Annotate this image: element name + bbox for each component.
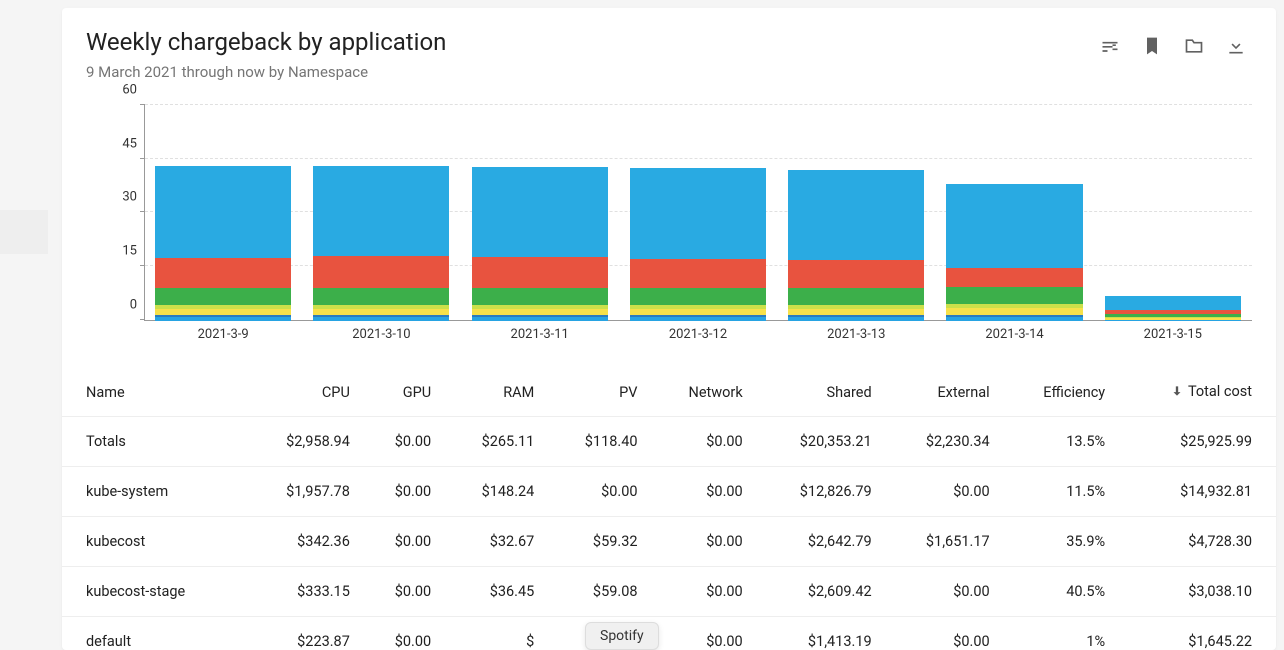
x-tick: 2021-3-15 [1094, 321, 1252, 345]
cell-network: $0.00 [650, 567, 755, 617]
download-icon[interactable] [1226, 36, 1246, 56]
y-tick: 0 [130, 297, 137, 312]
cell-ram: $36.45 [443, 567, 546, 617]
column-header[interactable]: Efficiency [1002, 369, 1118, 417]
chart-bar[interactable] [155, 166, 291, 321]
cell-cpu: $223.87 [244, 617, 362, 650]
column-header[interactable]: Shared [755, 369, 884, 417]
page-subtitle: 9 March 2021 through now by Namespace [86, 63, 1100, 81]
cell-pv: $59.32 [546, 517, 649, 567]
report-header: Weekly chargeback by application 9 March… [62, 8, 1276, 81]
table-row[interactable]: Totals$2,958.94$0.00$265.11$118.40$0.00$… [62, 417, 1276, 467]
cell-efficiency: 40.5% [1002, 567, 1118, 617]
header-actions [1100, 28, 1252, 56]
y-tick: 30 [122, 190, 137, 205]
cell-total: $4,728.30 [1117, 517, 1276, 567]
cell-external: $0.00 [884, 617, 1002, 650]
cell-total: $1,645.22 [1117, 617, 1276, 650]
table-row[interactable]: kube-system$1,957.78$0.00$148.24$0.00$0.… [62, 467, 1276, 517]
bookmark-icon[interactable] [1142, 36, 1162, 56]
column-header[interactable]: Network [650, 369, 755, 417]
cell-name: Totals [62, 417, 244, 467]
column-header[interactable]: PV [546, 369, 649, 417]
cost-chart: 015304560 2021-3-92021-3-102021-3-112021… [86, 105, 1252, 345]
column-header[interactable]: Total cost [1117, 369, 1276, 417]
column-header[interactable]: RAM [443, 369, 546, 417]
cell-network: $0.00 [650, 517, 755, 567]
cell-total: $3,038.10 [1117, 567, 1276, 617]
cell-external: $1,651.17 [884, 517, 1002, 567]
cell-name: kubecost [62, 517, 244, 567]
x-tick: 2021-3-11 [461, 321, 619, 345]
sidebar-active-indicator [0, 210, 48, 254]
cell-external: $0.00 [884, 467, 1002, 517]
report-card: Weekly chargeback by application 9 March… [62, 8, 1276, 650]
cell-efficiency: 35.9% [1002, 517, 1118, 567]
cell-shared: $1,413.19 [755, 617, 884, 650]
column-header[interactable]: Name [62, 369, 244, 417]
table-row[interactable]: default$223.87$0.00$$0.00$0.00$1,413.19$… [62, 617, 1276, 650]
y-tick: 15 [122, 244, 137, 259]
cell-gpu: $0.00 [362, 467, 443, 517]
cell-pv: $59.08 [546, 567, 649, 617]
chart-x-axis: 2021-3-92021-3-102021-3-112021-3-122021-… [144, 321, 1252, 345]
cell-shared: $12,826.79 [755, 467, 884, 517]
cell-gpu: $0.00 [362, 417, 443, 467]
chart-bar[interactable] [788, 170, 924, 321]
x-tick: 2021-3-10 [302, 321, 460, 345]
x-tick: 2021-3-13 [777, 321, 935, 345]
cell-external: $0.00 [884, 567, 1002, 617]
cell-cpu: $342.36 [244, 517, 362, 567]
cell-network: $0.00 [650, 417, 755, 467]
cell-efficiency: 13.5% [1002, 417, 1118, 467]
chart-bar[interactable] [1105, 296, 1241, 321]
x-tick: 2021-3-9 [144, 321, 302, 345]
cell-gpu: $0.00 [362, 517, 443, 567]
column-header[interactable]: External [884, 369, 1002, 417]
page-title: Weekly chargeback by application [86, 28, 1100, 57]
cell-name: default [62, 617, 244, 650]
cell-efficiency: 11.5% [1002, 467, 1118, 517]
tooltip-chip: Spotify [585, 622, 659, 650]
cell-total: $25,925.99 [1117, 417, 1276, 467]
table-row[interactable]: kubecost-stage$333.15$0.00$36.45$59.08$0… [62, 567, 1276, 617]
cell-ram: $265.11 [443, 417, 546, 467]
chart-bar[interactable] [313, 166, 449, 321]
cell-cpu: $333.15 [244, 567, 362, 617]
cell-ram: $ [443, 617, 546, 650]
cell-shared: $20,353.21 [755, 417, 884, 467]
cell-efficiency: 1% [1002, 617, 1118, 650]
table-row[interactable]: kubecost$342.36$0.00$32.67$59.32$0.00$2,… [62, 517, 1276, 567]
cell-shared: $2,609.42 [755, 567, 884, 617]
chart-bar[interactable] [472, 167, 608, 321]
cell-network: $0.00 [650, 617, 755, 650]
y-tick: 45 [122, 136, 137, 151]
column-header[interactable]: GPU [362, 369, 443, 417]
chart-bars [144, 105, 1252, 321]
x-tick: 2021-3-14 [935, 321, 1093, 345]
cell-shared: $2,642.79 [755, 517, 884, 567]
cell-name: kubecost-stage [62, 567, 244, 617]
cost-table: NameCPUGPURAMPVNetworkSharedExternalEffi… [62, 369, 1276, 650]
cell-ram: $148.24 [443, 467, 546, 517]
tune-icon[interactable] [1100, 36, 1120, 56]
cell-gpu: $0.00 [362, 567, 443, 617]
cell-gpu: $0.00 [362, 617, 443, 650]
cell-pv: $0.00 [546, 467, 649, 517]
x-tick: 2021-3-12 [619, 321, 777, 345]
y-tick: 60 [122, 82, 137, 97]
chart-bar[interactable] [946, 184, 1082, 321]
cell-pv: $118.40 [546, 417, 649, 467]
sort-descending-icon [1170, 384, 1184, 398]
chart-bar[interactable] [630, 168, 766, 321]
cell-ram: $32.67 [443, 517, 546, 567]
cell-cpu: $1,957.78 [244, 467, 362, 517]
folder-icon[interactable] [1184, 36, 1204, 56]
cell-name: kube-system [62, 467, 244, 517]
cell-network: $0.00 [650, 467, 755, 517]
cell-external: $2,230.34 [884, 417, 1002, 467]
cell-cpu: $2,958.94 [244, 417, 362, 467]
column-header[interactable]: CPU [244, 369, 362, 417]
cell-total: $14,932.81 [1117, 467, 1276, 517]
